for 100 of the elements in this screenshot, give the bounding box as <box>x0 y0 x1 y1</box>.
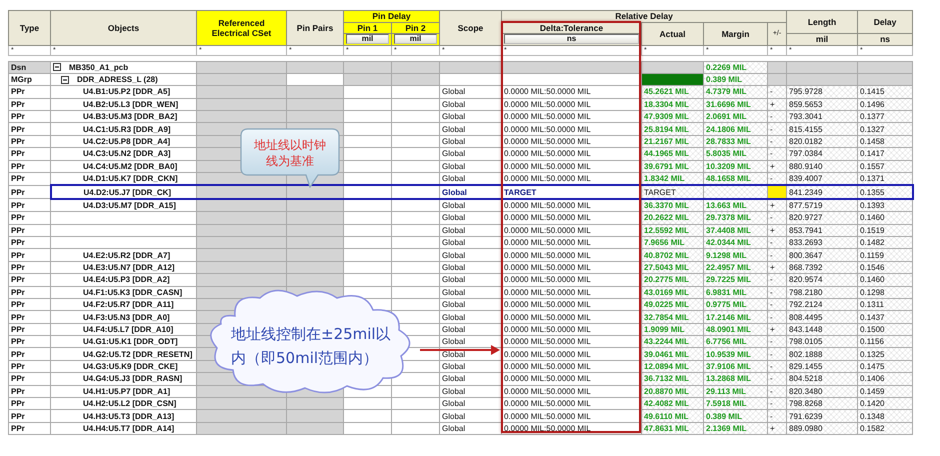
table-cell: 0.389 MIL <box>704 73 768 86</box>
table-cell: PPr <box>8 160 50 173</box>
column-header[interactable]: Referenced Electrical CSet <box>196 10 286 45</box>
table-cell: 47.8631 MIL <box>642 422 704 435</box>
table-cell: TARGET <box>502 185 642 199</box>
table-cell: 829.1455 <box>786 360 858 373</box>
table-cell: PPr <box>8 148 50 160</box>
table-cell: 859.5653 <box>786 98 858 111</box>
column-header[interactable]: Margin <box>704 22 768 45</box>
table-cell: 49.6110 MIL <box>642 410 704 422</box>
table-cell: 0.1355 <box>858 185 913 199</box>
table-cell: 42.0344 MIL <box>704 236 768 249</box>
column-header[interactable]: Objects <box>50 10 196 45</box>
table-cell: PPr <box>8 310 50 324</box>
table-cell: 791.6239 <box>786 410 858 422</box>
unit-button[interactable]: mil <box>394 34 437 44</box>
collapse-icon[interactable] <box>53 63 61 72</box>
column-header[interactable]: Type <box>8 10 50 45</box>
table-cell: PPr <box>8 212 50 224</box>
table-cell: PPr <box>8 323 50 336</box>
table-cell: 31.6696 MIL <box>704 98 768 111</box>
unit-label: ns <box>858 34 913 45</box>
table-cell: Global <box>440 360 502 373</box>
table-cell: PPr <box>8 274 50 286</box>
table-cell: 28.7833 MIL <box>704 135 768 148</box>
table-cell: U4.G1:U5.K1 [DDR_ODT] <box>50 336 196 348</box>
table-cell: 43.0169 MIL <box>642 286 704 298</box>
column-header[interactable]: Actual <box>642 22 704 45</box>
table-cell: 0.1377 <box>858 110 913 123</box>
callout-text: 地址线控制在±25mil以内（即50mil范围内） <box>231 324 392 369</box>
table-cell: 40.8702 MIL <box>642 248 704 262</box>
unit-button[interactable]: ns <box>504 34 639 44</box>
table-cell: U4.B1:U5.P2 [DDR_A5] <box>50 86 196 98</box>
table-cell: PPr <box>8 172 50 186</box>
column-header[interactable]: Relative Delay <box>502 10 787 22</box>
column-header[interactable]: Pin Delay <box>344 10 440 22</box>
table-cell: 0.1582 <box>858 422 913 435</box>
table-cell: 880.9140 <box>786 160 858 173</box>
table-cell: Global <box>440 122 502 136</box>
table-cell: 24.1806 MIL <box>704 122 768 136</box>
table-cell: 12.5592 MIL <box>642 224 704 236</box>
table-cell: PPr <box>8 135 50 148</box>
table-cell: U4.E4:U5.P3 [DDR_A2] <box>50 274 196 286</box>
table-cell: 843.1448 <box>786 323 858 336</box>
table-cell: U4.F2:U5.R7 [DDR_A11] <box>50 298 196 311</box>
table-cell: 0.1459 <box>858 385 913 398</box>
table-cell: PPr <box>8 185 50 199</box>
table-cell: Global <box>440 385 502 398</box>
table-cell: Global <box>440 248 502 262</box>
table-cell: 0.1325 <box>858 348 913 360</box>
table-cell: PPr <box>8 336 50 348</box>
table-cell: PPr <box>8 198 50 212</box>
table-cell: Global <box>440 323 502 336</box>
column-header[interactable]: Length <box>786 10 858 34</box>
table-cell: U4.E3:U5.N7 [DDR_A12] <box>50 261 196 274</box>
table-cell: U4.C3:U5.N2 [DDR_A3] <box>50 148 196 160</box>
table-cell: Global <box>440 110 502 123</box>
table-cell: U4.H1:U5.P7 [DDR_A1] <box>50 385 196 398</box>
table-cell: U4.B2:U5.L3 [DDR_WEN] <box>50 98 196 111</box>
table-cell: U4.F3:U5.N3 [DDR_A0] <box>50 310 196 324</box>
table-cell: 20.2622 MIL <box>642 212 704 224</box>
table-cell: Global <box>440 372 502 386</box>
column-header[interactable]: Delay <box>858 10 913 34</box>
table-cell: 0.1496 <box>858 98 913 111</box>
table-cell: PPr <box>8 372 50 386</box>
table-cell: 792.2124 <box>786 298 858 311</box>
table-cell: U4.E2:U5.R2 [DDR_A7] <box>50 248 196 262</box>
table-cell: 0.9775 MIL <box>704 298 768 311</box>
table-cell: PPr <box>8 98 50 111</box>
table-cell: 32.7854 MIL <box>642 310 704 324</box>
table-cell: 44.1965 MIL <box>642 148 704 160</box>
table-cell: 6.7756 MIL <box>704 336 768 348</box>
tree-row[interactable]: DDR_ADRESS_L (28) <box>50 73 196 86</box>
column-header[interactable]: Scope <box>440 10 502 45</box>
column-header[interactable]: Pin Pairs <box>286 10 344 45</box>
table-cell: Global <box>440 98 502 111</box>
table-cell: 7.9656 MIL <box>642 236 704 249</box>
table-cell: PPr <box>8 86 50 98</box>
table-cell: 49.0225 MIL <box>642 298 704 311</box>
table-cell: 0.1420 <box>858 398 913 410</box>
table-cell: PPr <box>8 224 50 236</box>
table-cell: 797.0384 <box>786 148 858 160</box>
tree-row[interactable]: MB350_A1_pcb <box>50 61 196 74</box>
table-cell: 1.9099 MIL <box>642 323 704 336</box>
table-cell: 0.1460 <box>858 212 913 224</box>
table-cell: PPr <box>8 298 50 311</box>
table-cell: 820.0182 <box>786 135 858 148</box>
table-cell: Global <box>440 286 502 298</box>
table-cell: 0.1415 <box>858 86 913 98</box>
table-cell: Global <box>440 185 502 199</box>
table-cell: 798.2180 <box>786 286 858 298</box>
table-cell: U4.G4:U5.J3 [DDR_RASN] <box>50 372 196 386</box>
collapse-icon[interactable] <box>61 76 69 84</box>
table-cell: 9.1298 MIL <box>704 248 768 262</box>
table-cell: 0.1159 <box>858 248 913 262</box>
table-cell: 808.4495 <box>786 310 858 324</box>
unit-button[interactable]: mil <box>346 34 389 44</box>
table-cell: 0.1311 <box>858 298 913 311</box>
table-cell: PPr <box>8 398 50 410</box>
table-cell: 0.1348 <box>858 410 913 422</box>
